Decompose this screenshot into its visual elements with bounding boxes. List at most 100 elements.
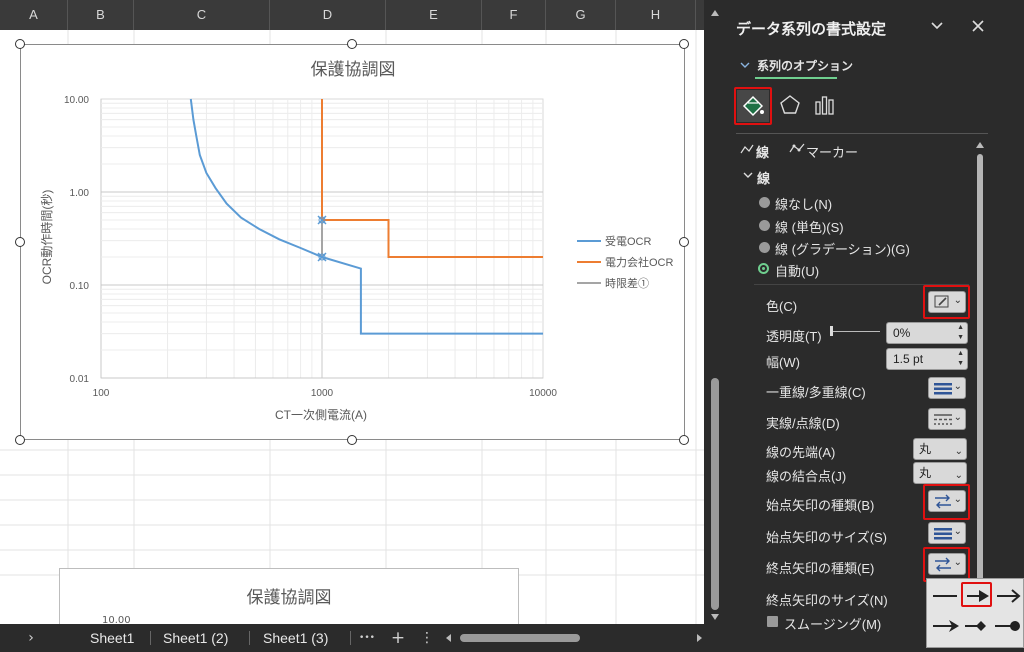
scroll-thumb[interactable] (711, 378, 719, 610)
radio-automatic[interactable] (758, 263, 769, 274)
bar-chart-series-options-icon[interactable] (814, 94, 836, 116)
cap-type-label: 線の先端(A) (766, 445, 836, 460)
dropdown-caret-icon: ⌄ (953, 381, 962, 392)
resize-handle-top[interactable] (347, 39, 357, 49)
radio-solid-line-label: 線 (単色)(S) (775, 220, 844, 235)
arrow-option-stealth[interactable] (933, 620, 959, 632)
tab-separator (249, 631, 250, 645)
join-type-label: 線の結合点(J) (766, 469, 847, 484)
arrow-option-open-arrow[interactable] (997, 589, 1021, 603)
line-icon (740, 144, 754, 154)
sheet-tab-2[interactable]: Sheet1 (2) (163, 624, 228, 652)
y-tick-label: 1.00 (70, 188, 90, 199)
cap-type-dropdown[interactable]: 丸 ⌄ (913, 438, 967, 460)
legend-label: 時限差① (605, 276, 649, 290)
y-tick-label: 0.10 (70, 281, 90, 292)
radio-solid-line[interactable] (759, 220, 770, 231)
resize-handle-right[interactable] (679, 237, 689, 247)
format-data-series-pane: データ系列の書式設定 系列のオプション 線 マーカー 線 線なし(N) 線 (単… (726, 0, 1024, 652)
chart2-tick: 10.00 (102, 615, 131, 624)
close-icon[interactable] (971, 19, 985, 33)
highlight-fill-line-tab (734, 87, 772, 125)
legend-label: 受電OCR (605, 235, 651, 248)
pane-scrollbar[interactable] (974, 140, 986, 620)
end-arrow-size-label: 終点矢印のサイズ(N) (766, 593, 888, 608)
add-sheet-button[interactable]: + (389, 624, 407, 652)
line-subtab[interactable]: 線 (756, 142, 769, 161)
resize-handle-left[interactable] (15, 237, 25, 247)
chart-title[interactable]: 保護協調図 (311, 60, 396, 79)
legend-label: 電力会社OCR (605, 255, 673, 269)
arrow-option-diamond[interactable] (965, 621, 986, 631)
chevron-right-icon[interactable]: › (22, 624, 40, 652)
transparency-slider-track[interactable] (830, 331, 880, 332)
highlight-color (923, 285, 970, 319)
chart-legend[interactable]: 受電OCR 電力会社OCR 時限差① (577, 235, 673, 290)
join-type-dropdown[interactable]: 丸 ⌄ (913, 462, 967, 484)
x-tick-label: 10000 (529, 388, 557, 399)
x-axis-title[interactable]: CT一次側電流(A) (275, 408, 367, 422)
dash-type-dropdown[interactable]: ⌄ (928, 408, 966, 430)
divider (736, 133, 988, 134)
transparency-input[interactable]: 0% ▲ ▼ (886, 322, 968, 344)
worksheet[interactable]: A B C D E F G H 保護協調図 CT一次側電流(A) OCR動作時間… (0, 0, 704, 624)
series-line-1 (189, 98, 543, 335)
width-input[interactable]: 1.5 pt ▲ ▼ (886, 348, 968, 370)
horizontal-scrollbar[interactable] (444, 632, 704, 644)
chevron-down-icon[interactable] (743, 172, 753, 180)
y-tick-label: 0.01 (70, 374, 90, 385)
tab-separator (350, 631, 351, 645)
arrow-option-oval[interactable] (995, 621, 1020, 631)
resize-handle-bottom[interactable] (347, 435, 357, 445)
scroll-up-icon[interactable] (711, 10, 719, 16)
column-header-f[interactable]: F (482, 0, 546, 30)
sheet-options-icon[interactable]: ⋮ (420, 624, 434, 652)
resize-handle-bottom-right[interactable] (679, 435, 689, 445)
chart-protection-coordination-2[interactable]: 保護協調図 10.00 (59, 568, 519, 624)
end-arrow-type-label: 終点矢印の種類(E) (766, 561, 875, 576)
line-group-header[interactable]: 線 (757, 168, 770, 187)
chart-protection-coordination[interactable]: 保護協調図 CT一次側電流(A) OCR動作時間(秒) 10.00 1.00 0.1… (20, 44, 685, 440)
scroll-down-icon[interactable] (711, 614, 719, 620)
transparency-slider-thumb[interactable] (830, 326, 833, 336)
pentagon-effects-icon[interactable] (779, 94, 801, 116)
compound-lines-icon (934, 383, 952, 395)
smoothing-checkbox[interactable] (767, 616, 778, 627)
chevron-down-icon[interactable] (930, 21, 944, 31)
radio-automatic-label: 自動(U) (775, 264, 820, 279)
sheet-tab-3[interactable]: Sheet1 (3) (263, 624, 328, 652)
column-header-c[interactable]: C (134, 0, 270, 30)
resize-handle-bottom-left[interactable] (15, 435, 25, 445)
radio-no-line[interactable] (759, 197, 770, 208)
column-header-h[interactable]: H (616, 0, 696, 30)
series-line-2 (321, 99, 543, 258)
column-header-d[interactable]: D (270, 0, 386, 30)
transparency-label: 透明度(T) (766, 329, 822, 344)
resize-handle-top-left[interactable] (15, 39, 25, 49)
width-label: 幅(W) (766, 355, 800, 370)
y-tick-label: 10.00 (64, 95, 89, 106)
arrow-type-gallery (926, 578, 1024, 648)
begin-arrow-size-dropdown[interactable]: ⌄ (928, 522, 966, 544)
compound-type-dropdown[interactable]: ⌄ (928, 377, 966, 399)
compound-type-label: 一重線/多重線(C) (766, 385, 866, 400)
column-header-g[interactable]: G (546, 0, 616, 30)
smoothing-label: スムージング(M) (784, 617, 882, 632)
y-axis-title[interactable]: OCR動作時間(秒) (40, 190, 54, 285)
pane-title: データ系列の書式設定 (736, 21, 887, 38)
series-lines (189, 98, 543, 335)
series-options-tab[interactable]: 系列のオプション (757, 57, 853, 74)
column-header-e[interactable]: E (386, 0, 482, 30)
more-sheets-icon[interactable]: ••• (358, 624, 376, 652)
radio-gradient-line-label: 線 (グラデーション)(G) (775, 242, 910, 257)
marker-subtab[interactable]: マーカー (806, 142, 858, 161)
sheet-tab-1[interactable]: Sheet1 (90, 624, 134, 652)
column-header-a[interactable]: A (0, 0, 68, 30)
radio-gradient-line[interactable] (759, 242, 770, 253)
vertical-scrollbar[interactable] (704, 0, 726, 652)
resize-handle-top-right[interactable] (679, 39, 689, 49)
begin-arrow-type-label: 始点矢印の種類(B) (766, 498, 875, 513)
column-header-b[interactable]: B (68, 0, 134, 30)
radio-no-line-label: 線なし(N) (775, 197, 833, 212)
chevron-down-icon (740, 62, 750, 68)
